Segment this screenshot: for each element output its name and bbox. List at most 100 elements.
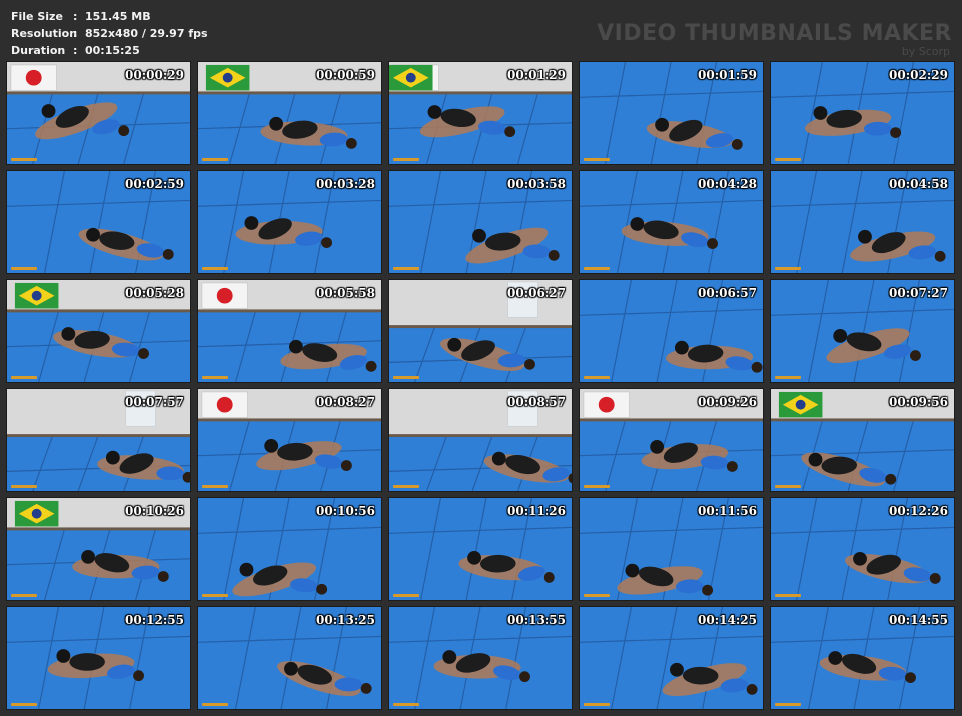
channel-logo-icon — [393, 158, 419, 161]
timestamp-label: 00:03:58 — [507, 177, 566, 191]
channel-logo-icon — [202, 158, 228, 161]
timestamp-label: 00:02:29 — [889, 68, 948, 82]
timestamp-label: 00:05:28 — [125, 286, 184, 300]
timestamp-label: 00:13:55 — [507, 613, 566, 627]
channel-logo-icon — [393, 703, 419, 706]
timestamp-label: 00:01:29 — [507, 68, 566, 82]
video-thumbnail[interactable]: 00:08:27 — [197, 388, 382, 492]
video-thumbnail[interactable]: 00:02:59 — [6, 170, 191, 274]
watermark-subtitle: by Scorp — [901, 45, 950, 58]
timestamp-label: 00:10:56 — [316, 504, 375, 518]
channel-logo-icon — [11, 703, 37, 706]
channel-logo-icon — [393, 267, 419, 270]
channel-logo-icon — [393, 594, 419, 597]
file-size-label: File Size — [11, 10, 63, 23]
file-size-row: File Size : 151.45 MB — [11, 8, 208, 25]
timestamp-label: 00:11:26 — [507, 504, 566, 518]
channel-logo-icon — [11, 158, 37, 161]
timestamp-label: 00:14:55 — [889, 613, 948, 627]
video-thumbnail[interactable]: 00:08:57 — [388, 388, 573, 492]
duration-label: Duration — [11, 44, 66, 57]
video-thumbnail[interactable]: 00:12:26 — [770, 497, 955, 601]
video-thumbnail[interactable]: 00:14:55 — [770, 606, 955, 710]
channel-logo-icon — [584, 376, 610, 379]
video-thumbnail[interactable]: 00:10:56 — [197, 497, 382, 601]
video-thumbnail[interactable]: 00:12:55 — [6, 606, 191, 710]
watermark-title: VIDEO THUMBNAILS MAKER — [597, 21, 952, 46]
channel-logo-icon — [775, 703, 801, 706]
channel-logo-icon — [202, 485, 228, 488]
channel-logo-icon — [11, 376, 37, 379]
timestamp-label: 00:00:59 — [316, 68, 375, 82]
video-thumbnail[interactable]: 00:01:29 — [388, 61, 573, 165]
video-thumbnail[interactable]: 00:01:59 — [579, 61, 764, 165]
video-thumbnail[interactable]: 00:05:58 — [197, 279, 382, 383]
channel-logo-icon — [584, 158, 610, 161]
channel-logo-icon — [584, 594, 610, 597]
timestamp-label: 00:06:27 — [507, 286, 566, 300]
file-info-panel: File Size : 151.45 MB Resolution : 852x4… — [11, 8, 208, 59]
contact-sheet: File Size : 151.45 MB Resolution : 852x4… — [0, 0, 962, 716]
timestamp-label: 00:14:25 — [698, 613, 757, 627]
video-thumbnail[interactable]: 00:02:29 — [770, 61, 955, 165]
timestamp-label: 00:09:56 — [889, 395, 948, 409]
timestamp-label: 00:06:57 — [698, 286, 757, 300]
channel-logo-icon — [11, 485, 37, 488]
channel-logo-icon — [11, 594, 37, 597]
timestamp-label: 00:13:25 — [316, 613, 375, 627]
video-thumbnail[interactable]: 00:11:56 — [579, 497, 764, 601]
resolution-label: Resolution — [11, 27, 78, 40]
channel-logo-icon — [584, 267, 610, 270]
video-thumbnail[interactable]: 00:04:58 — [770, 170, 955, 274]
channel-logo-icon — [584, 485, 610, 488]
video-thumbnail[interactable]: 00:09:56 — [770, 388, 955, 492]
video-thumbnail[interactable]: 00:04:28 — [579, 170, 764, 274]
file-size-value: 151.45 MB — [85, 10, 151, 23]
video-thumbnail[interactable]: 00:13:25 — [197, 606, 382, 710]
channel-logo-icon — [393, 376, 419, 379]
video-thumbnail[interactable]: 00:07:27 — [770, 279, 955, 383]
channel-logo-icon — [584, 703, 610, 706]
video-thumbnail[interactable]: 00:07:57 — [6, 388, 191, 492]
video-thumbnail[interactable]: 00:06:57 — [579, 279, 764, 383]
video-thumbnail[interactable]: 00:00:59 — [197, 61, 382, 165]
timestamp-label: 00:07:57 — [125, 395, 184, 409]
channel-logo-icon — [775, 267, 801, 270]
channel-logo-icon — [202, 376, 228, 379]
video-thumbnail[interactable]: 00:14:25 — [579, 606, 764, 710]
timestamp-label: 00:04:58 — [889, 177, 948, 191]
separator: : — [73, 27, 78, 40]
timestamp-label: 00:10:26 — [125, 504, 184, 518]
video-thumbnail[interactable]: 00:00:29 — [6, 61, 191, 165]
timestamp-label: 00:12:26 — [889, 504, 948, 518]
channel-logo-icon — [202, 703, 228, 706]
timestamp-label: 00:08:27 — [316, 395, 375, 409]
channel-logo-icon — [202, 267, 228, 270]
video-thumbnail[interactable]: 00:06:27 — [388, 279, 573, 383]
watermark: VIDEO THUMBNAILS MAKER by Scorp — [597, 22, 952, 58]
timestamp-label: 00:05:58 — [316, 286, 375, 300]
channel-logo-icon — [11, 267, 37, 270]
separator: : — [73, 10, 78, 23]
channel-logo-icon — [775, 376, 801, 379]
channel-logo-icon — [202, 594, 228, 597]
thumbnail-grid: 00:00:29 00:00:59 00:01:29 00:01:59 00:02:29… — [6, 61, 956, 710]
video-thumbnail[interactable]: 00:10:26 — [6, 497, 191, 601]
video-thumbnail[interactable]: 00:13:55 — [388, 606, 573, 710]
timestamp-label: 00:07:27 — [889, 286, 948, 300]
channel-logo-icon — [775, 485, 801, 488]
timestamp-label: 00:02:59 — [125, 177, 184, 191]
video-thumbnail[interactable]: 00:05:28 — [6, 279, 191, 383]
timestamp-label: 00:11:56 — [698, 504, 757, 518]
video-thumbnail[interactable]: 00:03:28 — [197, 170, 382, 274]
video-thumbnail[interactable]: 00:11:26 — [388, 497, 573, 601]
timestamp-label: 00:09:26 — [698, 395, 757, 409]
video-thumbnail[interactable]: 00:09:26 — [579, 388, 764, 492]
video-thumbnail[interactable]: 00:03:58 — [388, 170, 573, 274]
timestamp-label: 00:08:57 — [507, 395, 566, 409]
channel-logo-icon — [393, 485, 419, 488]
channel-logo-icon — [775, 158, 801, 161]
resolution-value: 852x480 / 29.97 fps — [85, 27, 208, 40]
duration-value: 00:15:25 — [85, 44, 140, 57]
timestamp-label: 00:01:59 — [698, 68, 757, 82]
